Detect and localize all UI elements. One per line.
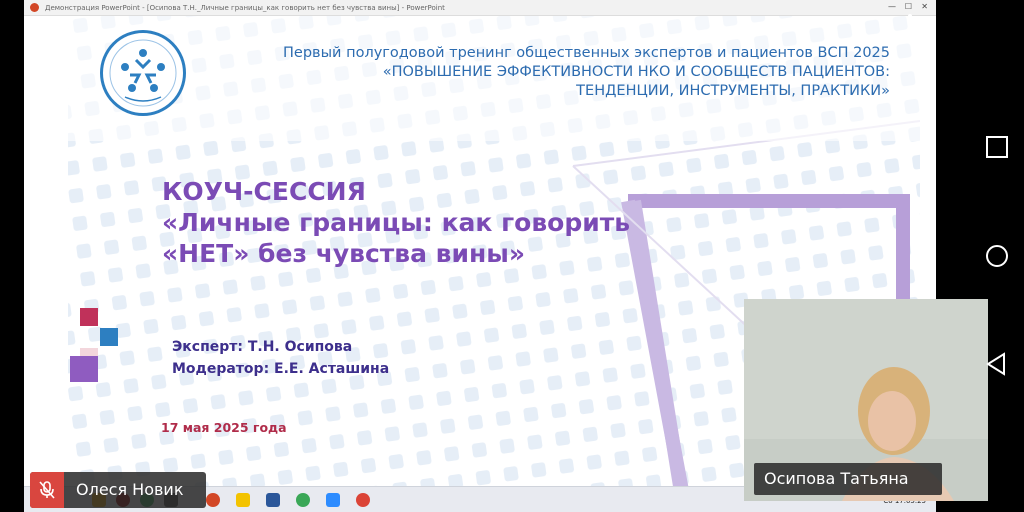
slide-title: КОУЧ-СЕССИЯ «Личные границы: как говорит… (162, 176, 630, 269)
mic-off-icon[interactable] (30, 472, 64, 508)
minimize-icon[interactable]: — (888, 2, 896, 11)
decor-square-purple (70, 356, 98, 382)
expert-label: Эксперт: Т.Н. Осипова (172, 339, 353, 355)
close-icon[interactable]: ✕ (921, 2, 928, 11)
zoom-icon[interactable] (326, 493, 340, 507)
decor-square-blue (100, 328, 118, 346)
decor-square-red (80, 308, 98, 326)
recent-apps-icon[interactable] (984, 134, 1010, 160)
slide-header: Первый полугодовой тренинг общественных … (230, 44, 890, 101)
slide-persons: Эксперт: Т.Н. Осипова Модератор: Е.Е. Ас… (172, 336, 389, 380)
window-title: Демонстрация PowerPoint - [Осипова Т.Н._… (45, 3, 445, 12)
word-icon[interactable] (266, 493, 280, 507)
header-line-3: ТЕНДЕНЦИИ, ИНСТРУМЕНТЫ, ПРАКТИКИ» (576, 83, 890, 99)
local-participant-name: Олеся Новик (76, 480, 184, 499)
title-line-2: «Личные границы: как говорить (162, 208, 631, 237)
slide-date: 17 мая 2025 года (161, 420, 287, 435)
title-line-3: «НЕТ» без чувства вины» (162, 239, 526, 268)
powerpoint-icon (30, 3, 39, 12)
header-line-1: Первый полугодовой тренинг общественных … (283, 45, 890, 61)
title-line-1: КОУЧ-СЕССИЯ (162, 177, 366, 206)
yandex-icon[interactable] (236, 493, 250, 507)
speaker-name: Осипова Татьяна (754, 463, 942, 495)
more-vertical-icon[interactable] (904, 12, 916, 32)
moderator-label: Модератор: Е.Е. Асташина (172, 361, 390, 377)
header-line-2: «ПОВЫШЕНИЕ ЭФФЕКТИВНОСТИ НКО И СООБЩЕСТВ… (382, 64, 890, 80)
local-participant-tag: Олеся Новик (30, 472, 206, 508)
powerpoint-titlebar: Демонстрация PowerPoint - [Осипова Т.Н._… (24, 0, 936, 16)
chrome-icon-2[interactable] (296, 493, 310, 507)
maximize-icon[interactable]: ☐ (905, 2, 912, 11)
android-navigation-bar (970, 0, 1024, 512)
vsp-logo (100, 30, 186, 116)
home-icon[interactable] (984, 243, 1010, 269)
chrome-icon-3[interactable] (356, 493, 370, 507)
back-icon[interactable] (984, 351, 1010, 377)
powerpoint-taskbar-icon[interactable] (206, 493, 220, 507)
speaker-video-tile[interactable]: Осипова Татьяна (744, 299, 988, 501)
